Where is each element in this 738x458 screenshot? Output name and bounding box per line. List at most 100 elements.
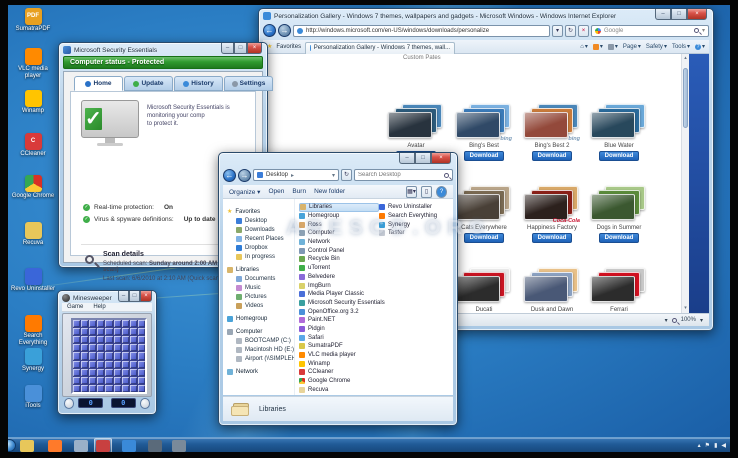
mine-tile[interactable] (81, 328, 88, 335)
file-item-revo-uninstaller[interactable]: Revo Uninstaller (379, 203, 451, 212)
favorites-button[interactable]: Favorites (276, 44, 301, 50)
address-bar[interactable]: http://windows.microsoft.com/en-US/windo… (293, 25, 550, 37)
mine-tile[interactable] (138, 352, 145, 359)
mine-tile[interactable] (130, 352, 137, 359)
tab-home[interactable]: Home (74, 76, 123, 91)
download-button[interactable]: Download (532, 151, 572, 161)
mine-tile[interactable] (138, 361, 145, 368)
mine-tile[interactable] (73, 369, 80, 376)
mine-tile[interactable] (81, 369, 88, 376)
tray-action-center-flag[interactable]: ⚑ (705, 442, 710, 449)
game-menu[interactable]: Game (67, 304, 83, 311)
mine-tile[interactable] (138, 369, 145, 376)
search-input[interactable] (358, 172, 441, 178)
mine-tile[interactable] (122, 328, 129, 335)
tray-volume-icon[interactable]: ◀ (721, 442, 726, 449)
file-item-computer[interactable]: Computer (299, 229, 379, 238)
file-item-media-player-classic[interactable]: Media Player Classic (299, 290, 379, 299)
sidebar-item-favorites[interactable]: ★Favorites (227, 207, 294, 216)
tab-personalization-gallery[interactable]: Personalization Gallery - Windows 7 them… (305, 42, 455, 54)
mine-tile[interactable] (105, 377, 112, 384)
file-item-belvedere[interactable]: Belvedere (299, 273, 379, 282)
mine-tile[interactable] (114, 385, 121, 392)
start-button[interactable] (8, 439, 16, 452)
mine-tile[interactable] (81, 344, 88, 351)
open-button[interactable]: Open (268, 188, 284, 195)
mine-tile[interactable] (130, 328, 137, 335)
mine-tile[interactable] (105, 369, 112, 376)
zoom-dropdown-arrow[interactable]: ▾ (700, 317, 703, 324)
mine-tile[interactable] (73, 344, 80, 351)
file-item-recycle-bin[interactable]: Recycle Bin (299, 255, 379, 264)
mine-tile[interactable] (122, 336, 129, 343)
desktop-icon-itools[interactable]: iTools (10, 385, 56, 410)
mine-tile[interactable] (114, 336, 121, 343)
file-item-taster[interactable]: Taster (379, 229, 451, 238)
file-item-ccleaner[interactable]: CCleaner (299, 368, 379, 377)
mine-tile[interactable] (130, 377, 137, 384)
mine-tile[interactable] (114, 344, 121, 351)
file-item-google-chrome[interactable]: Google Chrome (299, 377, 379, 386)
file-item-vlc-media-player[interactable]: VLC media player (299, 351, 379, 360)
file-item-imgburn[interactable]: ImgBurn (299, 281, 379, 290)
sidebar-item-macintosh-hd-e[interactable]: Macintosh HD (E:) (227, 345, 294, 354)
maximize-button[interactable]: □ (234, 43, 247, 54)
download-button[interactable]: Download (464, 233, 504, 243)
reset-button-left[interactable] (64, 398, 74, 409)
minimize-button[interactable]: – (118, 291, 129, 302)
mine-tile[interactable] (89, 344, 96, 351)
sidebar-item-downloads[interactable]: Downloads (227, 225, 294, 234)
file-item-winamp[interactable]: Winamp (299, 359, 379, 368)
sidebar-item-bootcamp-c[interactable]: BOOTCAMP (C:) (227, 336, 294, 345)
mine-tile[interactable] (97, 361, 104, 368)
mine-tile[interactable] (89, 320, 96, 327)
mine-tile[interactable] (138, 377, 145, 384)
mine-tile[interactable] (114, 377, 121, 384)
refresh-button[interactable]: ↻ (341, 169, 352, 181)
mine-tile[interactable] (97, 385, 104, 392)
desktop-icon-google-chrome[interactable]: Google Chrome (10, 175, 56, 200)
mine-tile[interactable] (130, 336, 137, 343)
mine-tile[interactable] (138, 336, 145, 343)
home-button[interactable]: ⌂▾ (580, 43, 588, 50)
close-button[interactable]: × (247, 43, 262, 54)
mine-tile[interactable] (130, 320, 137, 327)
mine-tile[interactable] (130, 369, 137, 376)
desktop-icon-recuva[interactable]: Recuva (10, 222, 56, 247)
mine-tile[interactable] (73, 361, 80, 368)
mine-tile[interactable] (97, 369, 104, 376)
close-button[interactable]: × (687, 9, 707, 20)
smiley-button[interactable] (140, 398, 150, 409)
burn-button[interactable]: Burn (292, 188, 306, 195)
tab-update[interactable]: Update (124, 76, 173, 91)
minimize-button[interactable]: – (221, 43, 234, 54)
mine-tile[interactable] (89, 328, 96, 335)
download-button[interactable]: Download (532, 233, 572, 243)
mine-tile[interactable] (81, 320, 88, 327)
organize-menu[interactable]: Organize ▾ (229, 188, 260, 196)
sidebar-item-homegroup[interactable]: Homegroup (227, 314, 294, 323)
mine-tile[interactable] (122, 361, 129, 368)
mine-tile[interactable] (130, 385, 137, 392)
new-folder-button[interactable]: New folder (314, 188, 345, 195)
mine-tile[interactable] (81, 377, 88, 384)
search-box[interactable]: Google ▾ (591, 25, 709, 37)
sidebar-item-dropbox[interactable]: Dropbox (227, 243, 294, 252)
desktop-icon-vlc-media-player[interactable]: VLC media player (10, 48, 56, 79)
mine-tile[interactable] (89, 377, 96, 384)
window-explorer[interactable]: – □ × ← → Desktop ▸ ▾ ↻ O (218, 152, 458, 426)
close-button[interactable]: × (431, 153, 451, 164)
sidebar-item-videos[interactable]: Videos (227, 301, 294, 310)
taskbar-utorrent-icon[interactable] (148, 440, 162, 452)
file-item-pidgin[interactable]: Pidgin (299, 325, 379, 334)
desktop-icon-revo-uninstaller[interactable]: Revo Uninstaller (10, 268, 56, 293)
help-menu[interactable]: Help (93, 304, 105, 311)
mine-tile[interactable] (138, 385, 145, 392)
mine-tile[interactable] (114, 320, 121, 327)
mine-tile[interactable] (97, 328, 104, 335)
mine-tile[interactable] (73, 377, 80, 384)
page-zoom-dropdown[interactable]: ▾ (665, 317, 668, 324)
page-menu[interactable]: Page▾ (623, 43, 641, 50)
tray-network-icon[interactable]: ▮ (714, 442, 717, 449)
mine-tile[interactable] (73, 385, 80, 392)
